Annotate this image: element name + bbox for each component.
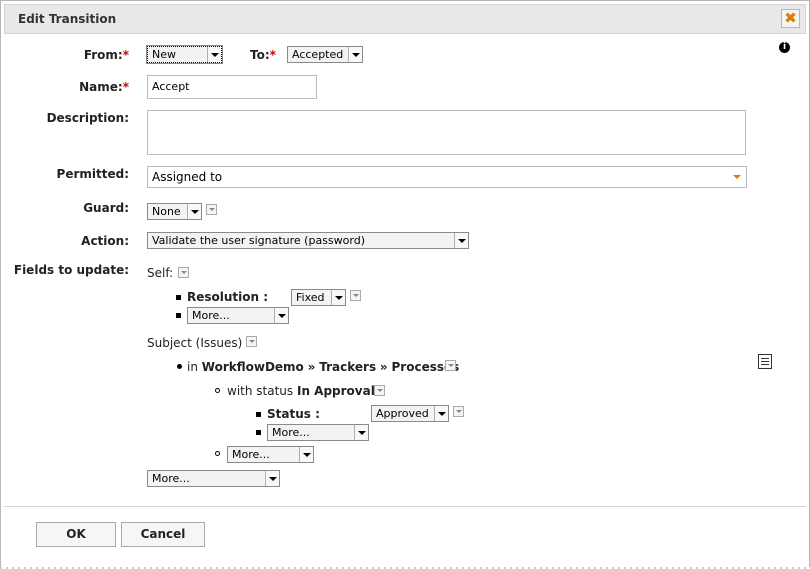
bullet-circle [215, 388, 220, 393]
name-input[interactable]: Accept [147, 75, 317, 99]
action-select[interactable]: Validate the user signature (password) [147, 232, 469, 249]
bullet-square [176, 313, 181, 318]
name-label: Name:* [79, 80, 129, 94]
guard-menu-icon[interactable] [206, 204, 217, 215]
status-select[interactable]: Approved [371, 405, 449, 422]
chevron-down-icon [733, 175, 741, 179]
from-label: From:* [83, 48, 129, 62]
from-select[interactable]: New [146, 45, 223, 64]
chevron-down-icon [274, 308, 288, 323]
permitted-select[interactable]: Assigned to [147, 166, 747, 188]
chevron-down-icon [207, 47, 221, 62]
description-textarea[interactable] [147, 110, 746, 155]
path-menu-icon[interactable] [445, 360, 456, 371]
chevron-down-icon [354, 425, 368, 440]
footer-divider [4, 506, 806, 507]
chevron-down-icon [454, 233, 468, 248]
info-icon[interactable]: i [779, 42, 790, 53]
subject-path: in WorkflowDemo » Trackers » Processes [187, 360, 460, 374]
chevron-down-icon [187, 204, 201, 219]
self-menu-icon[interactable] [178, 267, 189, 278]
edit-transition-dialog: Edit Transition ✖ i From:* New To:* Acce… [0, 0, 810, 569]
bullet-square [256, 430, 261, 435]
cancel-button[interactable]: Cancel [121, 522, 205, 547]
resolution-select[interactable]: Fixed [291, 289, 346, 306]
resolution-menu-icon[interactable] [350, 290, 361, 301]
path-more-select[interactable]: More... [227, 446, 314, 463]
close-icon[interactable]: ✖ [781, 9, 800, 28]
status-condition-menu-icon[interactable] [374, 385, 385, 396]
description-label: Description: [46, 111, 129, 125]
self-label: Self: [147, 266, 174, 280]
chevron-down-icon [434, 406, 448, 421]
chevron-down-icon [265, 471, 279, 486]
bullet-dot [177, 364, 182, 369]
to-select[interactable]: Accepted [287, 46, 363, 63]
permitted-label: Permitted: [56, 167, 129, 181]
status-menu-icon[interactable] [453, 406, 464, 417]
action-label: Action: [81, 234, 129, 248]
resolution-label: Resolution : [187, 290, 269, 304]
self-more-select[interactable]: More... [187, 307, 289, 324]
dialog-titlebar: Edit Transition ✖ [4, 4, 806, 34]
status-label: Status : [267, 407, 320, 421]
guard-label: Guard: [83, 201, 129, 215]
bullet-square [256, 412, 261, 417]
bottom-more-select[interactable]: More... [147, 470, 280, 487]
subject-menu-icon[interactable] [246, 336, 257, 347]
chevron-down-icon [331, 290, 345, 305]
to-label: To:* [250, 48, 276, 62]
fields-to-update-label: Fields to update: [13, 263, 129, 277]
guard-select[interactable]: None [147, 203, 202, 220]
bullet-circle [215, 451, 220, 456]
chevron-down-icon [299, 447, 313, 462]
ok-button[interactable]: OK [36, 522, 116, 547]
chevron-down-icon [348, 47, 362, 62]
subject-label: Subject (Issues) [147, 336, 243, 350]
document-icon[interactable] [758, 354, 772, 369]
bullet-square [176, 295, 181, 300]
status-more-select[interactable]: More... [267, 424, 369, 441]
dialog-title: Edit Transition [18, 12, 117, 26]
status-condition: with status In Approval: [227, 384, 379, 398]
